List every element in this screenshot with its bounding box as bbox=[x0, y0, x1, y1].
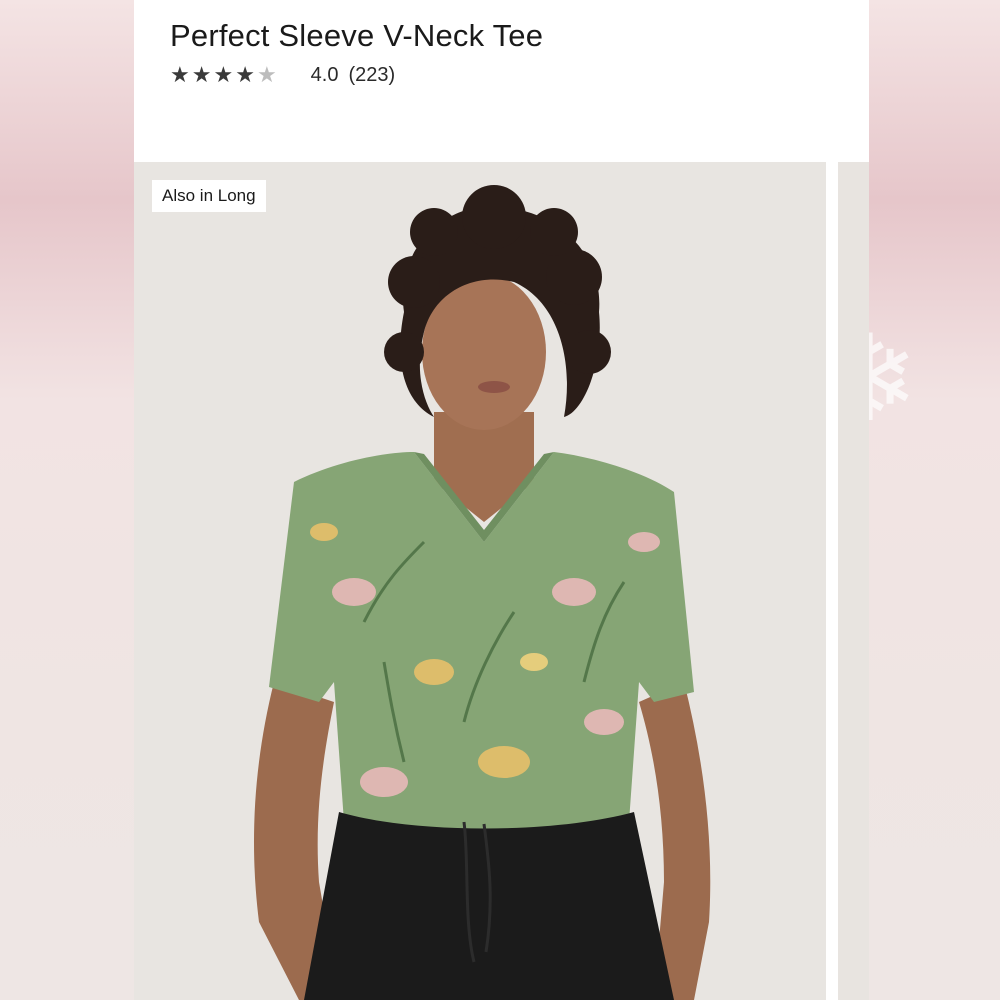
star-icon: ★ bbox=[170, 62, 190, 87]
star-icon: ★ bbox=[191, 62, 212, 87]
next-image-peek[interactable] bbox=[838, 162, 869, 1000]
star-icon: ★ bbox=[256, 62, 277, 87]
star-icon: ★ bbox=[235, 62, 255, 87]
star-icon: ★ bbox=[213, 62, 234, 87]
star-rating: ★ ★ ★ ★ ★ bbox=[170, 64, 277, 86]
rating-row[interactable]: ★ ★ ★ ★ ★ 4.0 (223) bbox=[170, 60, 395, 90]
product-title: Perfect Sleeve V-Neck Tee bbox=[170, 18, 544, 53]
rating-value: 4.0 bbox=[310, 63, 339, 86]
model-photo bbox=[134, 162, 826, 1000]
product-image[interactable]: Also in Long bbox=[134, 162, 826, 1000]
right-background-panel: ❄ bbox=[819, 0, 1000, 1000]
also-in-long-badge[interactable]: Also in Long bbox=[152, 180, 266, 212]
product-card: Perfect Sleeve V-Neck Tee ★ ★ ★ ★ ★ 4.0 … bbox=[134, 0, 869, 1000]
review-count[interactable]: (223) bbox=[348, 64, 395, 87]
left-background-panel: ❄ bbox=[0, 0, 175, 1000]
product-header: Perfect Sleeve V-Neck Tee ★ ★ ★ ★ ★ 4.0 … bbox=[134, 0, 869, 162]
